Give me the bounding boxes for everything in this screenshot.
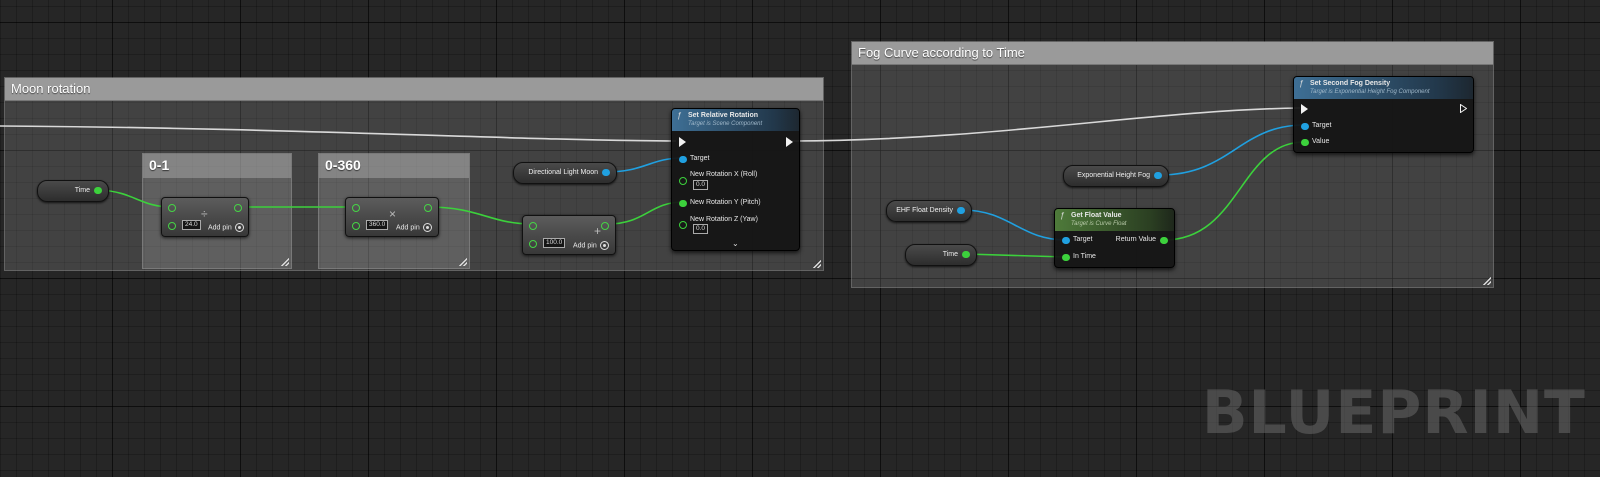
exec-out-pin[interactable] bbox=[1460, 104, 1467, 113]
variable-label: Directional Light Moon bbox=[528, 169, 598, 176]
node-title: Get Float Value bbox=[1071, 212, 1122, 219]
set-second-fog-density-node[interactable]: ƒ Set Second Fog Density Target is Expon… bbox=[1293, 76, 1474, 153]
variable-ehf-float-density[interactable]: EHF Float Density bbox=[886, 200, 972, 222]
add-pin-icon bbox=[599, 241, 609, 250]
blueprint-watermark: BLUEPRINT bbox=[1201, 378, 1586, 448]
object-pin[interactable] bbox=[679, 156, 687, 163]
addend-value[interactable]: 100.0 bbox=[543, 238, 566, 248]
node-subtitle: Target is Scene Component bbox=[688, 121, 763, 127]
object-pin[interactable] bbox=[1062, 237, 1070, 244]
multiply-node[interactable]: × 360.0 Add pin bbox=[345, 197, 439, 237]
exec-wire-out[interactable] bbox=[791, 107, 1301, 142]
float-input-pin[interactable] bbox=[168, 204, 176, 212]
multiplier-value[interactable]: 360.0 bbox=[366, 220, 389, 230]
node-header[interactable]: ƒ Set Relative Rotation Target is Scene … bbox=[672, 109, 799, 131]
float-output-pin[interactable] bbox=[424, 204, 432, 212]
node-subtitle: Target is Curve Float bbox=[1071, 221, 1127, 227]
add-pin-button[interactable]: Add pin bbox=[208, 223, 244, 232]
target-pin-label: Target bbox=[690, 155, 710, 162]
add-pin-button[interactable]: Add pin bbox=[396, 223, 432, 232]
node-title: Set Second Fog Density bbox=[1310, 80, 1391, 87]
float-input-pin[interactable] bbox=[168, 222, 176, 230]
exec-wire-in[interactable] bbox=[0, 125, 677, 142]
add-node[interactable]: + 100.0 Add pin bbox=[522, 215, 616, 255]
roll-value[interactable]: 0.0 bbox=[693, 180, 709, 190]
variable-label: Time bbox=[942, 251, 958, 258]
node-title: Set Relative Rotation bbox=[688, 112, 759, 119]
variable-exponential-height-fog[interactable]: Exponential Height Fog bbox=[1063, 165, 1169, 187]
variable-label: EHF Float Density bbox=[896, 207, 953, 214]
float-wire-time-intime[interactable] bbox=[965, 253, 1067, 258]
float-wire-return-value[interactable] bbox=[1163, 141, 1305, 241]
variable-directional-light-moon[interactable]: Directional Light Moon bbox=[513, 162, 617, 184]
add-pin-icon bbox=[234, 223, 244, 232]
yaw-pin[interactable] bbox=[679, 221, 687, 229]
divisor-value[interactable]: 24.0 bbox=[182, 220, 201, 230]
yaw-value[interactable]: 0.0 bbox=[693, 224, 709, 234]
return-value-pin[interactable] bbox=[1160, 237, 1168, 244]
add-pin-button[interactable]: Add pin bbox=[573, 241, 609, 250]
yaw-pin-label: New Rotation Z (Yaw) bbox=[690, 216, 758, 223]
float-input-pin[interactable] bbox=[352, 204, 360, 212]
variable-time-fog[interactable]: Time bbox=[905, 244, 977, 266]
float-input-pin[interactable] bbox=[352, 222, 360, 230]
exec-in-pin[interactable] bbox=[1301, 104, 1308, 114]
variable-time-moon[interactable]: Time bbox=[37, 180, 109, 202]
exec-out-pin[interactable] bbox=[786, 137, 793, 147]
float-output-pin[interactable] bbox=[234, 204, 242, 212]
float-pin[interactable] bbox=[94, 187, 102, 194]
float-output-pin[interactable] bbox=[601, 222, 609, 230]
object-pin[interactable] bbox=[1154, 172, 1162, 179]
divide-icon: ÷ bbox=[201, 207, 208, 221]
in-time-label: In Time bbox=[1073, 253, 1096, 260]
node-header[interactable]: ƒ Get Float Value Target is Curve Float bbox=[1055, 209, 1174, 231]
pitch-pin[interactable] bbox=[679, 200, 687, 207]
float-input-pin[interactable] bbox=[529, 222, 537, 230]
add-pin-icon bbox=[422, 223, 432, 232]
object-wire-density-target[interactable] bbox=[961, 209, 1067, 241]
add-pin-label: Add pin bbox=[573, 242, 597, 250]
add-pin-label: Add pin bbox=[208, 224, 232, 232]
function-icon: ƒ bbox=[677, 111, 682, 120]
float-pin[interactable] bbox=[962, 251, 970, 258]
exec-in-pin[interactable] bbox=[679, 137, 686, 147]
roll-pin-label: New Rotation X (Roll) bbox=[690, 171, 758, 178]
chevron-down-icon[interactable]: ⌄ bbox=[732, 239, 739, 248]
node-header[interactable]: ƒ Set Second Fog Density Target is Expon… bbox=[1294, 77, 1473, 99]
object-pin[interactable] bbox=[1301, 123, 1309, 130]
return-value-label: Return Value bbox=[1115, 236, 1156, 243]
add-icon: + bbox=[594, 224, 602, 238]
object-wire-fog-target[interactable] bbox=[1159, 124, 1305, 176]
target-pin-label: Target bbox=[1073, 236, 1093, 243]
in-time-pin[interactable] bbox=[1062, 254, 1070, 261]
set-relative-rotation-node[interactable]: ƒ Set Relative Rotation Target is Scene … bbox=[671, 108, 800, 251]
variable-label: Exponential Height Fog bbox=[1077, 172, 1150, 179]
value-pin[interactable] bbox=[1301, 139, 1309, 146]
function-icon: ƒ bbox=[1299, 79, 1304, 88]
value-pin-label: Value bbox=[1312, 138, 1330, 145]
roll-pin[interactable] bbox=[679, 177, 687, 185]
divide-node[interactable]: ÷ 24.0 Add pin bbox=[161, 197, 249, 237]
float-input-pin[interactable] bbox=[529, 240, 537, 248]
multiply-icon: × bbox=[389, 207, 397, 221]
object-pin[interactable] bbox=[602, 169, 610, 176]
add-pin-label: Add pin bbox=[396, 224, 420, 232]
function-icon: ƒ bbox=[1060, 211, 1065, 220]
node-subtitle: Target is Exponential Height Fog Compone… bbox=[1310, 89, 1430, 95]
get-float-value-node[interactable]: ƒ Get Float Value Target is Curve Float … bbox=[1054, 208, 1175, 268]
float-wire-multiply-add[interactable] bbox=[427, 206, 533, 225]
target-pin-label: Target bbox=[1312, 122, 1332, 129]
pitch-pin-label: New Rotation Y (Pitch) bbox=[690, 199, 761, 206]
variable-label: Time bbox=[74, 187, 90, 194]
object-pin[interactable] bbox=[957, 207, 965, 214]
